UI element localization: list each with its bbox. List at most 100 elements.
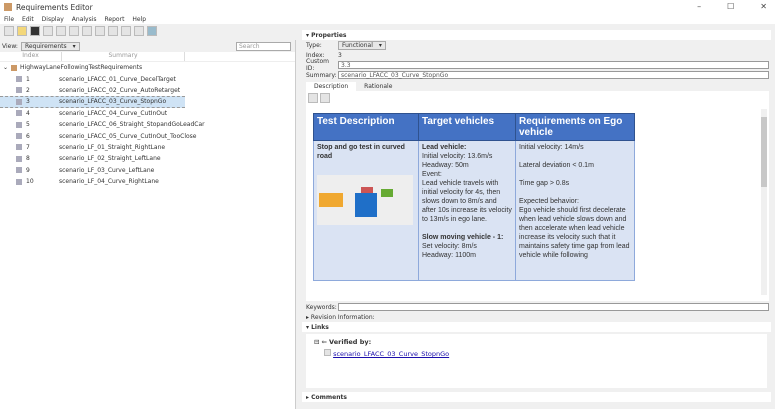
row-summary: scenario_LFACC_06_Straight_StopandGoLead… — [59, 121, 205, 129]
comments-title: Comments — [311, 393, 347, 401]
lead-velocity: Initial velocity: 13.6m/s — [422, 153, 493, 160]
expected-behavior-label: Expected behavior: — [519, 198, 579, 205]
menu-file[interactable]: File — [4, 16, 14, 23]
test-icon — [324, 349, 331, 356]
delete-icon[interactable] — [121, 26, 131, 36]
requirement-icon — [16, 98, 22, 105]
row-summary: scenario_LF_04_Curve_RightLane — [59, 178, 159, 186]
row-summary: scenario_LFACC_03_Curve_StopnGo — [59, 98, 167, 106]
tree-row[interactable]: 3 scenario_LFACC_03_Curve_StopnGo — [0, 96, 185, 108]
custom-id-input[interactable]: 3.3 — [338, 61, 769, 69]
time-gap: Time gap > 0.8s — [519, 180, 570, 187]
tree-row[interactable]: 9 scenario_LF_03_Curve_LeftLane — [0, 165, 295, 176]
tree-row[interactable]: 7 scenario_LF_01_Straight_RightLane — [0, 142, 295, 153]
scenario-image — [317, 175, 413, 225]
row-summary: scenario_LFACC_04_Curve_CutInOut — [59, 109, 168, 117]
tab-description[interactable]: Description — [306, 82, 357, 91]
header-test-description: Test Description — [313, 113, 419, 141]
summary-input[interactable]: scenario_LFACC_03_Curve_StopnGo — [338, 71, 769, 79]
save-icon[interactable] — [30, 26, 40, 36]
row-index: 1 — [26, 75, 30, 83]
minimize-icon[interactable]: – — [697, 2, 701, 11]
add-sibling-icon[interactable] — [69, 26, 79, 36]
row-index: 7 — [26, 143, 30, 151]
requirement-icon — [16, 76, 22, 83]
revision-info-toggle[interactable]: ▸ Revision Information: — [302, 312, 775, 322]
summary-label: Summary: — [306, 71, 337, 79]
menu-edit[interactable]: Edit — [22, 16, 34, 23]
row-index: 9 — [26, 166, 30, 174]
tab-rationale[interactable]: Rationale — [356, 82, 400, 91]
tree-row[interactable]: 8 scenario_LF_02_Straight_LeftLane — [0, 153, 295, 164]
tree-root[interactable]: ⌄ HighwayLaneFollowingTestRequirements — [0, 62, 295, 73]
menu-help[interactable]: Help — [132, 16, 146, 23]
close-icon[interactable]: ✕ — [760, 2, 767, 11]
verified-by-link[interactable]: scenario_LFACC_03_Curve_StopnGo — [333, 350, 449, 358]
tree-row[interactable]: 4 scenario_LFACC_04_Curve_CutInOut — [0, 108, 295, 119]
header-target-vehicles: Target vehicles — [418, 113, 516, 141]
refresh-icon[interactable] — [147, 26, 157, 36]
menu-analysis[interactable]: Analysis — [72, 16, 97, 23]
requirement-icon — [16, 87, 22, 94]
paste-icon[interactable] — [108, 26, 118, 36]
row-index: 8 — [26, 155, 30, 163]
cut-icon[interactable] — [82, 26, 92, 36]
copy-icon[interactable] — [95, 26, 105, 36]
requirements-table: Test Description Target vehicles Requireme… — [313, 113, 635, 281]
requirement-set-icon — [11, 64, 18, 71]
requirement-icon — [16, 110, 22, 117]
expand-icon[interactable]: ⌄ — [3, 64, 8, 71]
add-requirement-icon[interactable] — [43, 26, 53, 36]
requirement-icon — [16, 155, 22, 162]
comments-header[interactable]: ▸ Comments — [302, 392, 771, 402]
slow-velocity: Set velocity: 8m/s — [422, 243, 477, 250]
row-summary: scenario_LF_03_Curve_LeftLane — [59, 166, 155, 174]
root-label: HighwayLaneFollowingTestRequirements — [20, 64, 143, 72]
keywords-input[interactable] — [338, 303, 769, 311]
row-summary: scenario_LFACC_02_Curve_AutoRetarget — [59, 86, 181, 94]
requirement-icon — [16, 167, 22, 174]
properties-header[interactable]: ▾ Properties — [302, 30, 771, 40]
edit-html-icon[interactable] — [319, 93, 330, 103]
event-text: Lead vehicle travels with initial veloci… — [422, 180, 512, 223]
add-child-icon[interactable] — [56, 26, 66, 36]
row-index: 5 — [26, 121, 30, 129]
expected-behavior-text: Ego vehicle should first decelerate when… — [519, 207, 630, 259]
requirement-icon — [16, 178, 22, 185]
new-icon[interactable] — [4, 26, 14, 36]
tree-row[interactable]: 1 scenario_LFACC_01_Curve_DecelTarget — [0, 73, 295, 84]
menu-display[interactable]: Display — [42, 16, 64, 23]
tree-row[interactable]: 10 scenario_LF_04_Curve_RightLane — [0, 176, 295, 187]
tree-row[interactable]: 2 scenario_LFACC_02_Curve_AutoRetarget — [0, 85, 295, 96]
chevron-down-icon: ▾ — [72, 42, 76, 50]
menu-report[interactable]: Report — [105, 16, 125, 23]
index-value: 3 — [338, 51, 342, 59]
ego-velocity: Initial velocity: 14m/s — [519, 144, 584, 151]
slow-headway: Headway: 1100m — [422, 252, 476, 259]
row-summary: scenario_LFACC_05_Curve_CutInOut_TooClos… — [59, 132, 197, 140]
header-ego-requirements: Requirements on Ego vehicle — [515, 113, 635, 141]
vertical-scrollbar[interactable] — [761, 109, 767, 295]
row-index: 2 — [26, 86, 30, 94]
open-icon[interactable] — [17, 26, 27, 36]
maximize-icon[interactable]: ☐ — [727, 2, 734, 11]
search-input[interactable]: Search — [236, 42, 291, 51]
link-icon[interactable] — [134, 26, 144, 36]
revision-label: Revision Information: — [310, 313, 375, 321]
description-editor[interactable]: Test Description Target vehicles Requireme… — [306, 105, 769, 301]
lead-vehicle-title: Lead vehicle: — [422, 144, 467, 151]
view-select[interactable]: Requirements ▾ — [20, 41, 80, 51]
type-select[interactable]: Functional ▾ — [338, 40, 386, 50]
tree-row[interactable]: 6 scenario_LFACC_05_Curve_CutInOut_TooClo… — [0, 130, 295, 141]
column-index[interactable]: Index — [0, 52, 62, 61]
view-value: Requirements — [24, 42, 67, 50]
tree-row[interactable]: 5 scenario_LFACC_06_Straight_StopandGoLea… — [0, 119, 295, 130]
column-summary[interactable]: Summary — [62, 52, 185, 61]
links-header[interactable]: ▾ Links — [302, 322, 771, 332]
properties-title: Properties — [311, 31, 347, 39]
lead-headway: Headway: 50m — [422, 162, 469, 169]
edit-icon[interactable] — [308, 93, 318, 103]
collapse-icon[interactable]: ⊟ — [314, 338, 319, 346]
requirements-tree-panel: View: Requirements ▾ Search Index Summary … — [0, 40, 296, 409]
requirement-icon — [16, 133, 22, 140]
